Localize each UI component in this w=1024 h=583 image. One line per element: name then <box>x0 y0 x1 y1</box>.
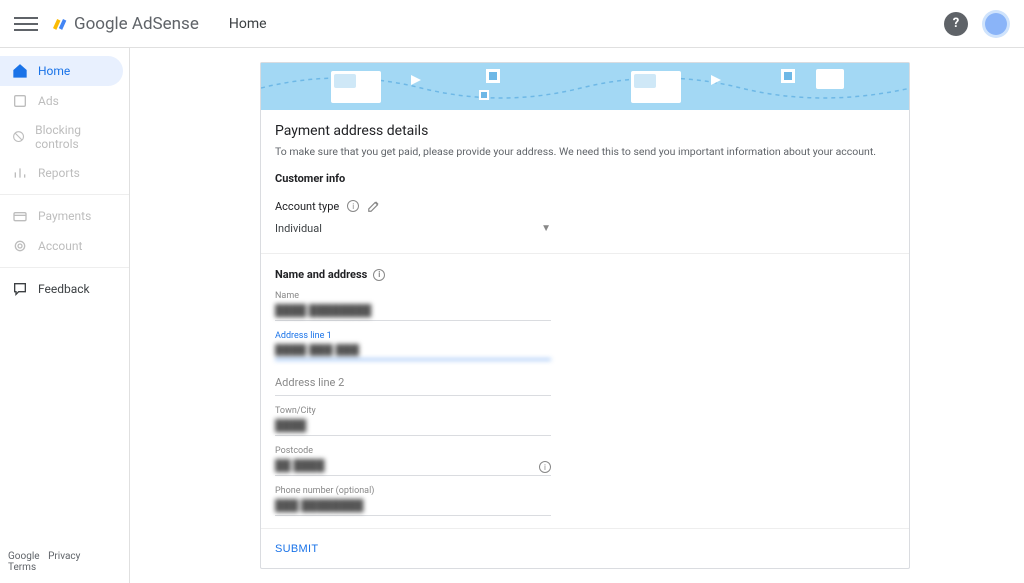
sidebar: Home Ads Blocking controls Reports Payme… <box>0 48 130 583</box>
adsense-logo-icon <box>48 14 68 34</box>
card-subtitle: To make sure that you get paid, please p… <box>275 145 895 158</box>
sidebar-item-account[interactable]: Account <box>0 231 123 261</box>
sidebar-item-label: Account <box>38 239 82 253</box>
info-icon[interactable]: i <box>347 200 359 212</box>
menu-button[interactable] <box>14 12 38 36</box>
logo: Google AdSense <box>48 14 199 34</box>
help-icon[interactable]: ? <box>944 12 968 36</box>
sidebar-item-home[interactable]: Home <box>0 56 123 86</box>
sidebar-item-label: Reports <box>38 166 80 180</box>
account-avatar[interactable] <box>982 10 1010 38</box>
name-input[interactable]: ████ ████████ <box>275 301 551 320</box>
submit-button[interactable]: SUBMIT <box>275 543 318 555</box>
addr1-label: Address line 1 <box>275 331 551 341</box>
sidebar-item-label: Ads <box>38 94 59 108</box>
sidebar-item-payments[interactable]: Payments <box>0 201 123 231</box>
phone-label: Phone number (optional) <box>275 486 551 496</box>
town-label: Town/City <box>275 406 551 416</box>
reports-icon <box>12 165 28 181</box>
customer-info-label: Customer info <box>275 172 895 185</box>
feedback-icon <box>12 281 28 297</box>
account-type-label: Account type <box>275 200 339 213</box>
postcode-input[interactable]: ██ ████ <box>275 456 551 475</box>
name-address-label: Name and address <box>275 268 367 281</box>
addr1-input[interactable] <box>275 341 551 360</box>
page-title: Home <box>229 16 267 32</box>
sidebar-item-label: Feedback <box>38 282 90 296</box>
sidebar-divider <box>0 194 129 195</box>
postcode-label: Postcode <box>275 446 551 456</box>
account-type-value: Individual <box>275 222 322 235</box>
caret-down-icon: ▼ <box>541 223 551 234</box>
blocking-icon <box>12 129 25 145</box>
footer-link-terms[interactable]: Terms <box>8 562 36 573</box>
banner-illustration <box>261 63 909 110</box>
sidebar-item-ads[interactable]: Ads <box>0 86 123 116</box>
payment-card: Payment address details To make sure tha… <box>260 62 910 569</box>
phone-input[interactable]: ███ ████████ <box>275 496 551 515</box>
account-icon <box>12 238 28 254</box>
product-name: Google AdSense <box>74 14 199 34</box>
info-icon[interactable]: i <box>373 269 385 281</box>
name-label: Name <box>275 291 551 301</box>
edit-icon[interactable] <box>367 199 381 213</box>
addr2-input[interactable]: Address line 2 <box>275 370 551 396</box>
payments-icon <box>12 208 28 224</box>
footer-help: ? Need help? Visit our Help Centre. <box>260 569 910 583</box>
info-icon[interactable]: i <box>539 461 551 473</box>
footer-link-google[interactable]: Google <box>8 551 40 562</box>
sidebar-item-reports[interactable]: Reports <box>0 158 123 188</box>
sidebar-item-label: Payments <box>38 209 91 223</box>
sidebar-footer: Google Privacy Terms <box>0 541 129 583</box>
town-input[interactable]: ████ <box>275 416 551 435</box>
sidebar-divider <box>0 267 129 268</box>
ads-icon <box>12 93 28 109</box>
account-type-select[interactable]: Individual ▼ <box>275 219 551 239</box>
sidebar-item-label: Blocking controls <box>35 123 111 151</box>
home-icon <box>12 63 28 79</box>
sidebar-item-blocking[interactable]: Blocking controls <box>0 116 123 158</box>
sidebar-item-feedback[interactable]: Feedback <box>0 274 123 304</box>
sidebar-item-label: Home <box>38 64 70 78</box>
footer-link-privacy[interactable]: Privacy <box>48 551 80 562</box>
card-title: Payment address details <box>275 123 895 139</box>
